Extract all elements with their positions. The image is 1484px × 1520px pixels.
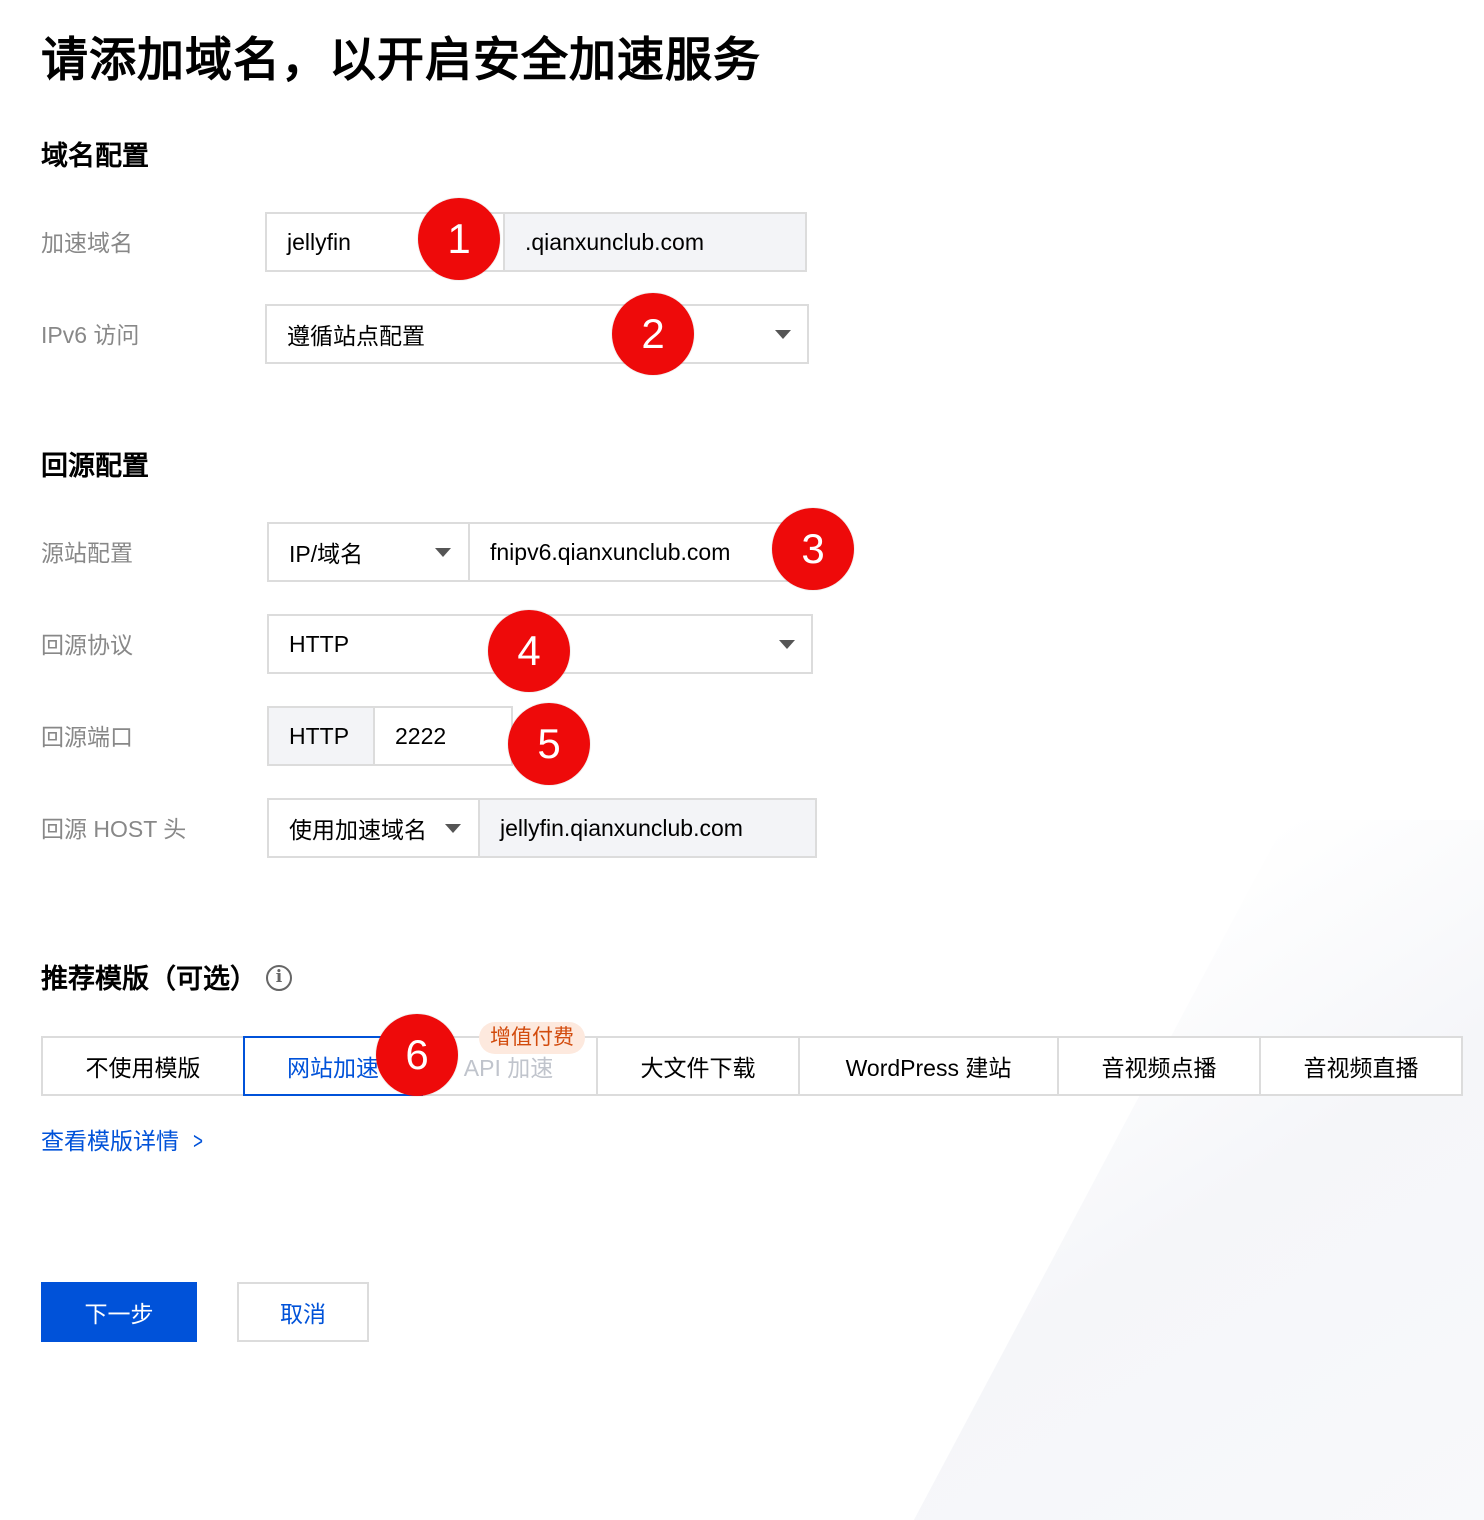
accel-domain-label: 加速域名 xyxy=(41,230,133,256)
template-details-link-text: 查看模版详情 xyxy=(41,1128,179,1154)
domain-config-title: 域名配置 xyxy=(41,141,149,171)
origin-host-mode-select[interactable]: 使用加速域名 xyxy=(267,798,480,858)
cancel-button[interactable]: 取消 xyxy=(237,1282,369,1342)
background-decoration xyxy=(913,820,1484,1520)
origin-port-input[interactable]: 2222 xyxy=(373,706,513,766)
tab-vod[interactable]: 音视频点播 xyxy=(1057,1036,1261,1096)
template-details-link[interactable]: 查看模版详情 > xyxy=(41,1126,205,1157)
origin-port-label: 回源端口 xyxy=(41,724,133,750)
chevron-down-icon xyxy=(779,640,795,649)
next-button[interactable]: 下一步 xyxy=(41,1282,197,1342)
origin-host-value: jellyfin.qianxunclub.com xyxy=(500,814,743,841)
tab-wordpress[interactable]: WordPress 建站 xyxy=(798,1036,1059,1096)
origin-host-mode-value: 使用加速域名 xyxy=(289,817,427,843)
page-title: 请添加域名，以开启安全加速服务 xyxy=(41,33,761,86)
chevron-down-icon xyxy=(445,824,461,833)
origin-port-prefix: HTTP xyxy=(267,706,375,766)
origin-type-select[interactable]: IP/域名 xyxy=(267,522,470,582)
accel-domain-suffix-text: .qianxunclub.com xyxy=(525,228,704,255)
tab-no-template[interactable]: 不使用模版 xyxy=(41,1036,245,1096)
origin-host-value-field: jellyfin.qianxunclub.com xyxy=(478,798,817,858)
paid-tag: 增值付费 xyxy=(479,1022,585,1054)
annotation-badge-3: 3 xyxy=(772,508,854,590)
annotation-badge-6: 6 xyxy=(376,1014,458,1096)
origin-host-label: 回源 HOST 头 xyxy=(41,816,187,842)
tab-large-file-download[interactable]: 大文件下载 xyxy=(596,1036,800,1096)
template-tabs: 不使用模版 网站加速 API 加速 大文件下载 WordPress 建站 音视频… xyxy=(41,1036,1463,1096)
origin-config-title: 回源配置 xyxy=(41,451,149,481)
chevron-down-icon xyxy=(775,330,791,339)
tab-live[interactable]: 音视频直播 xyxy=(1259,1036,1463,1096)
origin-protocol-value: HTTP xyxy=(289,630,350,657)
ipv6-select[interactable]: 遵循站点配置 xyxy=(265,304,809,364)
info-icon[interactable]: i xyxy=(266,965,292,991)
origin-site-label: 源站配置 xyxy=(41,540,133,566)
origin-address-value: fnipv6.qianxunclub.com xyxy=(490,538,731,565)
ipv6-label: IPv6 访问 xyxy=(41,322,140,348)
accel-domain-value: jellyfin xyxy=(287,228,351,255)
origin-type-value: IP/域名 xyxy=(289,541,364,567)
annotation-badge-2: 2 xyxy=(612,293,694,375)
annotation-badge-5: 5 xyxy=(508,703,590,785)
accel-domain-suffix: .qianxunclub.com xyxy=(503,212,807,272)
templates-title: 推荐模版（可选） xyxy=(41,964,257,994)
ipv6-selected-value: 遵循站点配置 xyxy=(287,323,425,349)
origin-port-value: 2222 xyxy=(395,722,447,749)
chevron-right-icon: > xyxy=(193,1128,203,1155)
origin-address-input[interactable]: fnipv6.qianxunclub.com xyxy=(468,522,808,582)
origin-protocol-label: 回源协议 xyxy=(41,632,133,658)
chevron-down-icon xyxy=(435,548,451,557)
origin-port-prefix-text: HTTP xyxy=(289,722,350,749)
annotation-badge-1: 1 xyxy=(418,198,500,280)
annotation-badge-4: 4 xyxy=(488,610,570,692)
